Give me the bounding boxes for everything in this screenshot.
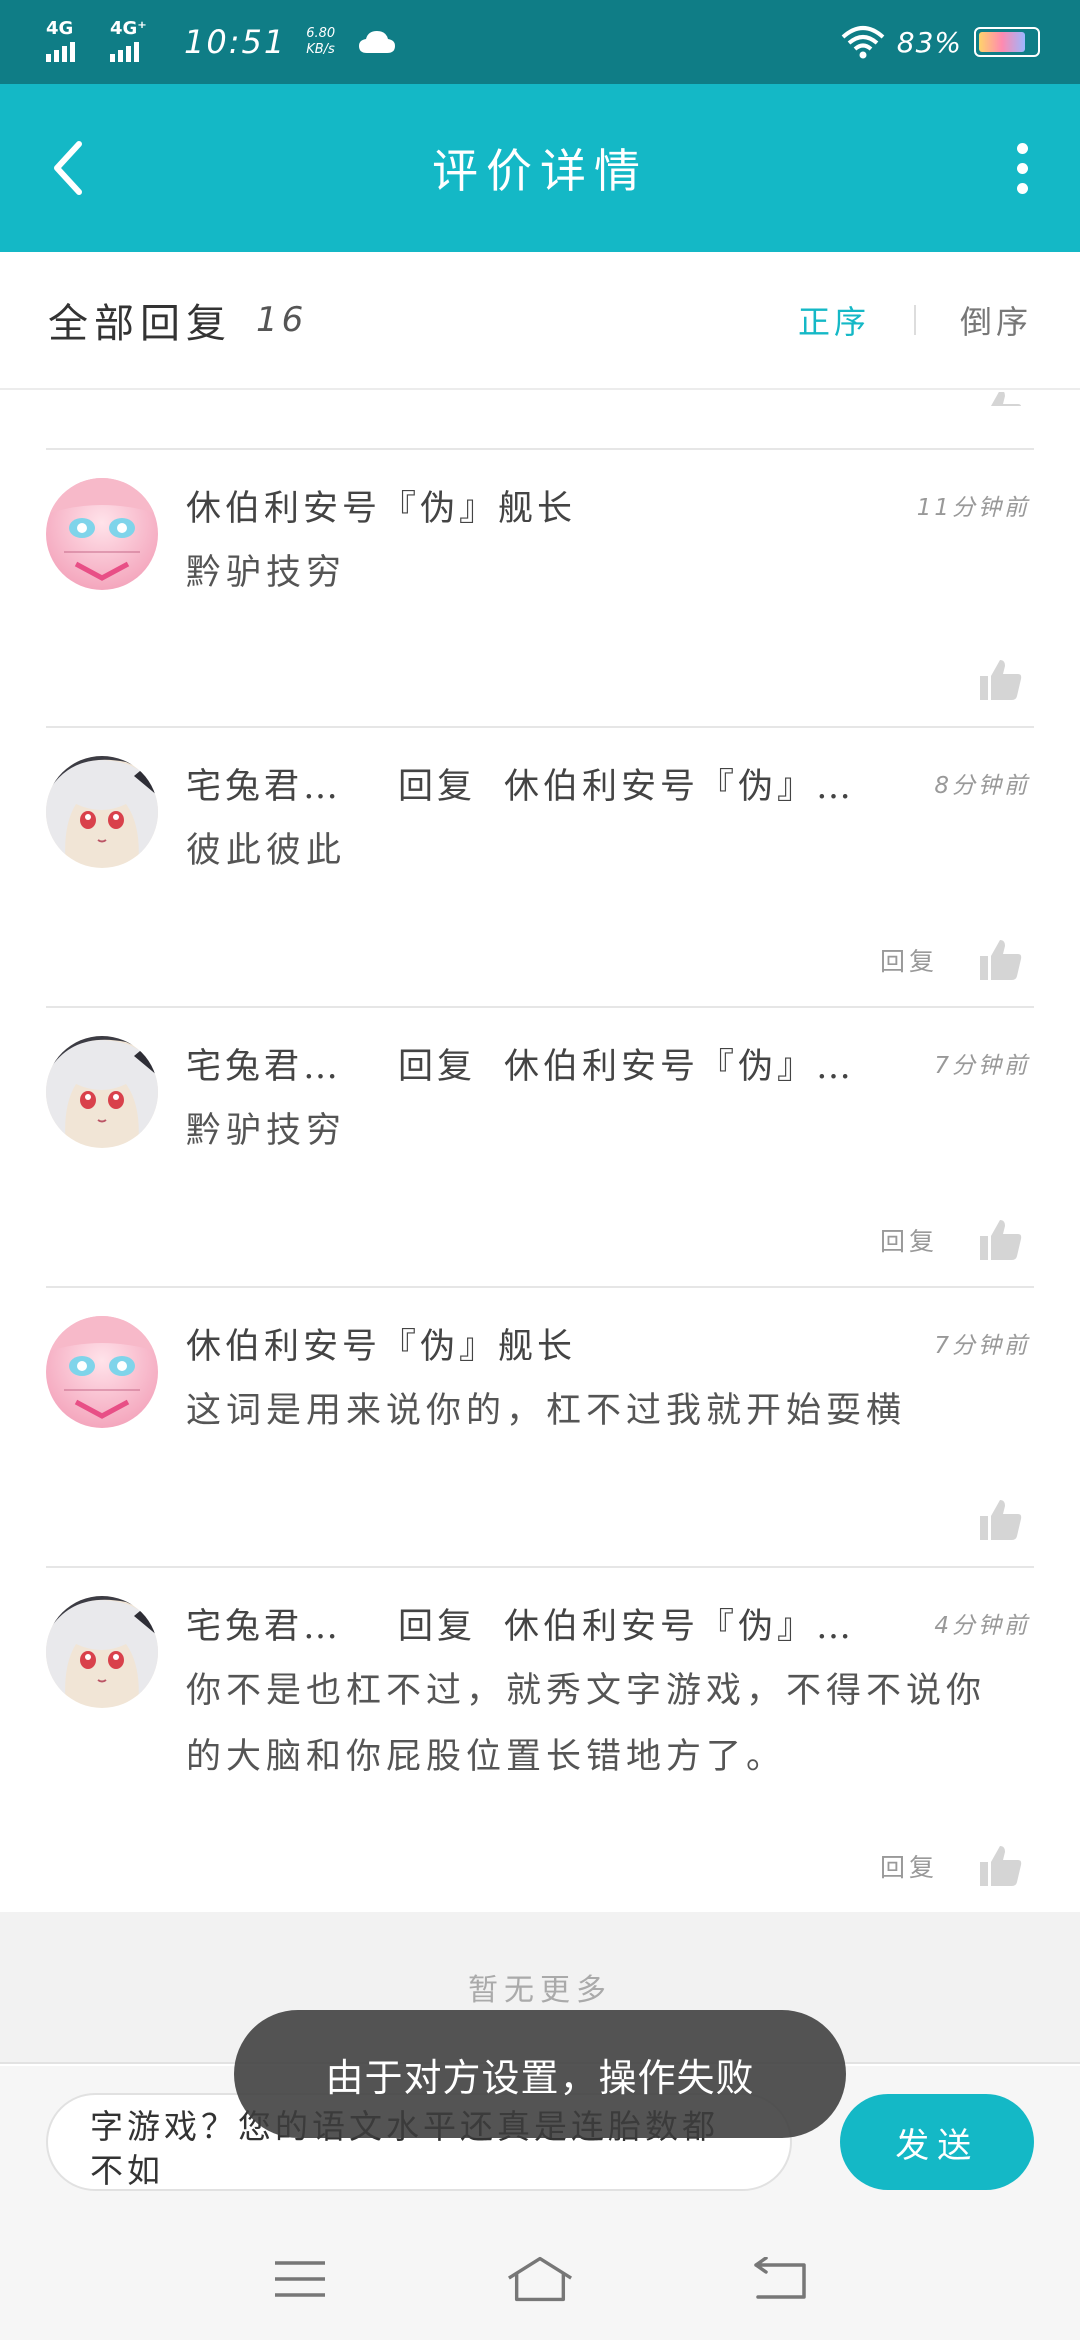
comment-content: 彼此彼此 bbox=[186, 831, 347, 871]
comment-item[interactable]: 宅兔君… 回复 休伯利安号『伪』… 8分钟前 彼此彼此 回复 bbox=[46, 728, 1034, 1008]
thumbs-up-icon[interactable] bbox=[976, 1496, 1024, 1544]
system-nav-bar bbox=[0, 2218, 1080, 2340]
nav-back-button[interactable] bbox=[745, 2249, 815, 2309]
comment-item[interactable]: 宅兔君… 回复 休伯利安号『伪』… 7分钟前 黔驴技穷 回复 bbox=[46, 1008, 1034, 1288]
network-speed-value: 6.80 bbox=[306, 26, 336, 41]
avatar[interactable] bbox=[46, 1316, 158, 1428]
battery-icon bbox=[974, 27, 1040, 57]
cloud-icon bbox=[359, 31, 396, 53]
comment-author[interactable]: 休伯利安号『伪』舰长 bbox=[186, 1318, 576, 1369]
comment-author[interactable]: 休伯利安号『伪』舰长 bbox=[186, 480, 576, 531]
avatar[interactable] bbox=[46, 478, 158, 590]
comment-header: 宅兔君… 回复 休伯利安号『伪』… 4分钟前 bbox=[186, 1598, 1030, 1648]
signal-bars-icon bbox=[110, 42, 139, 62]
avatar[interactable] bbox=[46, 756, 158, 868]
comment-header: 宅兔君… 回复 休伯利安号『伪』… 8分钟前 bbox=[186, 758, 1030, 808]
menu-icon bbox=[275, 2261, 325, 2297]
send-button[interactable]: 发送 bbox=[840, 2094, 1034, 2190]
back-button[interactable] bbox=[40, 132, 96, 204]
list-item-partial bbox=[46, 392, 1034, 450]
no-more-text: 暂无更多 bbox=[468, 1973, 612, 2008]
reply-button[interactable]: 回复 bbox=[880, 942, 938, 978]
status-left: 4G 4G⁺ 10:51 6.80 KB/s bbox=[46, 20, 397, 64]
reply-target[interactable]: 休伯利安号『伪』… bbox=[504, 1038, 855, 1089]
comment-header: 休伯利安号『伪』舰长 11分钟前 bbox=[186, 480, 1030, 530]
reply-indicator: 回复 bbox=[398, 766, 477, 807]
comment-time: 8分钟前 bbox=[934, 773, 1030, 799]
comment-actions: 回复 bbox=[880, 936, 1024, 984]
avatar[interactable] bbox=[46, 1596, 158, 1708]
comment-content: 你不是也杠不过，就秀文字游戏，不得不说你的大脑和你屁股位置长错地方了。 bbox=[186, 1671, 987, 1777]
comment-actions bbox=[976, 656, 1024, 704]
comment-time: 7分钟前 bbox=[934, 1333, 1030, 1359]
vertical-dots-icon bbox=[1016, 142, 1028, 154]
comment-time: 7分钟前 bbox=[934, 1053, 1030, 1079]
comment-item[interactable]: 宅兔君… 回复 休伯利安号『伪』… 4分钟前 你不是也杠不过，就秀文字游戏，不得不说你的… bbox=[46, 1568, 1034, 1912]
thumbs-up-icon[interactable] bbox=[976, 656, 1024, 704]
comment-time: 11分钟前 bbox=[916, 495, 1030, 521]
clock: 10:51 bbox=[184, 23, 287, 61]
page-title: 评价详情 bbox=[432, 144, 648, 198]
reply-target[interactable]: 休伯利安号『伪』… bbox=[504, 758, 855, 809]
sort-ascending-button[interactable]: 正序 bbox=[798, 297, 870, 343]
network-speed: 6.80 KB/s bbox=[306, 26, 335, 58]
sort-divider bbox=[913, 305, 916, 335]
comment-content: 黔驴技穷 bbox=[186, 1111, 347, 1151]
reply-indicator: 回复 bbox=[398, 1606, 477, 1647]
avatar[interactable] bbox=[46, 1036, 158, 1148]
more-options-button[interactable] bbox=[1002, 132, 1042, 204]
status-right: 83% bbox=[841, 25, 1040, 59]
nav-menu-button[interactable] bbox=[265, 2249, 335, 2309]
error-toast: 由于对方设置，操作失败 bbox=[234, 2010, 846, 2138]
comment-actions: 回复 bbox=[880, 1216, 1024, 1264]
comment-item[interactable]: 休伯利安号『伪』舰长 7分钟前这词是用来说你的，杠不过我就开始耍横 bbox=[46, 1288, 1034, 1568]
status-bar: 4G 4G⁺ 10:51 6.80 KB/s 83% bbox=[0, 0, 1080, 84]
signal-indicator-1: 4G bbox=[46, 20, 96, 64]
reply-button[interactable]: 回复 bbox=[880, 1222, 938, 1258]
signal-bars-icon bbox=[46, 42, 75, 62]
comments-container: 休伯利安号『伪』舰长 11分钟前 黔驴技穷 宅兔君… 回复 休伯利安号『伪』… 8分钟前 彼此… bbox=[0, 450, 1080, 1912]
sort-toggle: 正序 倒序 bbox=[798, 297, 1032, 343]
thumbs-up-icon[interactable] bbox=[976, 1216, 1024, 1264]
home-icon bbox=[507, 2256, 573, 2302]
comment-author[interactable]: 宅兔君… bbox=[186, 1038, 342, 1089]
wifi-icon bbox=[841, 26, 885, 59]
reply-button[interactable]: 回复 bbox=[880, 1848, 938, 1884]
chevron-left-icon bbox=[54, 141, 82, 195]
comment-time: 4分钟前 bbox=[934, 1613, 1030, 1639]
network-type-2: 4G⁺ bbox=[110, 18, 147, 39]
reply-indicator: 回复 bbox=[398, 1046, 477, 1087]
comment-author[interactable]: 宅兔君… bbox=[186, 1598, 342, 1649]
comment-actions: 回复 bbox=[880, 1842, 1024, 1890]
thumbs-up-icon[interactable] bbox=[976, 936, 1024, 984]
comment-list[interactable]: 休伯利安号『伪』舰长 11分钟前 黔驴技穷 宅兔君… 回复 休伯利安号『伪』… 8分钟前 彼此… bbox=[0, 392, 1080, 1912]
comment-header: 宅兔君… 回复 休伯利安号『伪』… 7分钟前 bbox=[186, 1038, 1030, 1088]
sort-descending-button[interactable]: 倒序 bbox=[960, 297, 1032, 343]
thumbs-up-icon[interactable] bbox=[976, 1842, 1024, 1890]
battery-percent: 83% bbox=[896, 25, 962, 59]
back-icon bbox=[754, 2257, 806, 2299]
comment-author[interactable]: 宅兔君… bbox=[186, 758, 342, 809]
nav-home-button[interactable] bbox=[505, 2249, 575, 2309]
reply-target[interactable]: 休伯利安号『伪』… bbox=[504, 1598, 855, 1649]
comment-actions bbox=[976, 1496, 1024, 1544]
network-speed-unit: KB/s bbox=[306, 42, 335, 57]
replies-count: 16 bbox=[256, 300, 308, 340]
comment-item[interactable]: 休伯利安号『伪』舰长 11分钟前黔驴技穷 bbox=[46, 450, 1034, 728]
thumbs-up-icon[interactable] bbox=[976, 392, 1024, 406]
replies-header: 全部回复 16 正序 倒序 bbox=[0, 252, 1080, 390]
comment-content: 这词是用来说你的，杠不过我就开始耍横 bbox=[186, 1391, 907, 1431]
comment-header: 休伯利安号『伪』舰长 7分钟前 bbox=[186, 1318, 1030, 1368]
network-type-1: 4G bbox=[46, 18, 74, 39]
signal-indicator-2: 4G⁺ bbox=[110, 20, 160, 64]
comment-content: 黔驴技穷 bbox=[186, 553, 347, 593]
app-bar: 评价详情 bbox=[0, 84, 1080, 252]
replies-title: 全部回复 bbox=[48, 301, 232, 347]
